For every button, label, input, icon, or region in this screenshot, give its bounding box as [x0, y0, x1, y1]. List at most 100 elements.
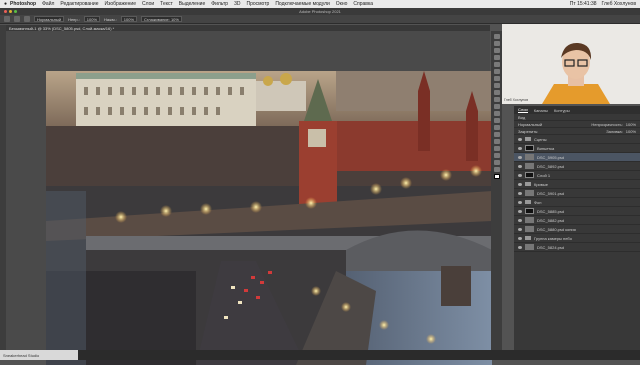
visibility-eye-icon[interactable]: [518, 236, 522, 240]
menu-filter[interactable]: Фильтр: [211, 1, 228, 7]
blend-mode-select[interactable]: Нормальный: [34, 16, 65, 22]
layer-row[interactable]: Сцены: [514, 135, 640, 144]
pen-tool-icon[interactable]: [493, 132, 500, 137]
layer-row[interactable]: Слой 1: [514, 171, 640, 180]
document-canvas[interactable]: [46, 71, 492, 365]
status-bubble: Sneakerhead Studio: [0, 350, 78, 360]
layer-name: Группа камеры небо: [534, 235, 572, 241]
app-menu[interactable]: Photoshop: [10, 1, 36, 7]
menu-file[interactable]: Файл: [42, 1, 54, 7]
crop-tool-icon[interactable]: [493, 62, 500, 67]
shape-tool-icon[interactable]: [493, 153, 500, 158]
menu-3d[interactable]: 3D: [234, 1, 240, 7]
layer-opacity-field[interactable]: 100%: [626, 122, 636, 127]
layer-row[interactable]: Кривые: [514, 180, 640, 189]
filter-select[interactable]: Вид: [518, 115, 525, 120]
fill-field[interactable]: 100%: [626, 129, 636, 134]
visibility-eye-icon[interactable]: [518, 182, 522, 186]
visibility-eye-icon[interactable]: [518, 146, 522, 150]
layer-thumbnail: [525, 226, 534, 232]
type-tool-icon[interactable]: [493, 139, 500, 144]
layer-row[interactable]: Фон: [514, 198, 640, 207]
clock-text: Пт 15:41:38: [569, 1, 597, 7]
menu-edit[interactable]: Редактирование: [60, 1, 98, 7]
layer-row[interactable]: Виньетка: [514, 144, 640, 153]
layer-row[interactable]: Группа камеры небо: [514, 234, 640, 243]
layers-list: Сцены Виньетка DSC_5905.psd DSC_5892.psd Сло…: [514, 135, 640, 252]
marquee-tool-icon[interactable]: [493, 41, 500, 46]
close-icon[interactable]: [4, 10, 7, 13]
menu-image[interactable]: Изображение: [105, 1, 137, 7]
document-tab-label: Безымянный-1 @ 33% (DSC_5805.psd, Слой-м…: [9, 25, 115, 31]
color-swatch-icon[interactable]: [493, 174, 500, 179]
tab-layers[interactable]: Слои: [518, 107, 528, 113]
healing-tool-icon[interactable]: [493, 76, 500, 81]
layer-name: DSC_5892.psd: [537, 163, 565, 169]
user-name[interactable]: Глеб Хохлунов: [602, 1, 636, 7]
menu-help[interactable]: Справка: [353, 1, 373, 7]
tab-channels[interactable]: Каналы: [534, 108, 548, 113]
zoom-icon[interactable]: [14, 10, 17, 13]
menu-type[interactable]: Текст: [160, 1, 173, 7]
visibility-eye-icon[interactable]: [518, 227, 522, 231]
home-icon[interactable]: [4, 16, 10, 22]
tab-paths[interactable]: Контуры: [554, 108, 570, 113]
layer-name: DSC_5901.psd: [537, 190, 565, 196]
menu-view[interactable]: Просмотр: [246, 1, 269, 7]
menu-layer[interactable]: Слои: [142, 1, 154, 7]
dodge-tool-icon[interactable]: [493, 125, 500, 130]
move-tool-icon[interactable]: [493, 34, 500, 39]
layer-row[interactable]: DSC_5905.psd: [514, 153, 640, 162]
visibility-eye-icon[interactable]: [518, 200, 522, 204]
quick-select-tool-icon[interactable]: [493, 55, 500, 60]
layer-blend-select[interactable]: Нормальный: [518, 122, 542, 127]
layer-row[interactable]: DSC_5824.psd: [514, 243, 640, 252]
layer-row[interactable]: DSC_5901.psd: [514, 189, 640, 198]
layer-name: Фон: [534, 199, 542, 205]
window-controls: [4, 10, 17, 13]
menu-plugins[interactable]: Подключаемые модули: [275, 1, 329, 7]
visibility-eye-icon[interactable]: [518, 155, 522, 159]
layer-row[interactable]: DSC_5880.psd копия: [514, 225, 640, 234]
menu-window[interactable]: Окно: [336, 1, 348, 7]
layer-thumbnail: [525, 208, 534, 214]
gradient-tool-icon[interactable]: [493, 111, 500, 116]
path-select-icon[interactable]: [493, 146, 500, 151]
smoothing-field[interactable]: Сглаживание: 10%: [141, 16, 182, 22]
window-titlebar: Adobe Photoshop 2021: [0, 8, 640, 15]
zoom-tool-icon[interactable]: [493, 167, 500, 172]
menu-bar: ● Photoshop Файл Редактирование Изображе…: [0, 0, 640, 8]
visibility-eye-icon[interactable]: [518, 164, 522, 168]
visibility-eye-icon[interactable]: [518, 209, 522, 213]
visibility-eye-icon[interactable]: [518, 137, 522, 141]
stamp-tool-icon[interactable]: [493, 90, 500, 95]
layer-row[interactable]: DSC_5882.psd: [514, 216, 640, 225]
panel-tabs: Слои Каналы Контуры: [514, 106, 640, 114]
visibility-eye-icon[interactable]: [518, 245, 522, 249]
history-brush-icon[interactable]: [493, 97, 500, 102]
brush-tool-icon[interactable]: [14, 16, 20, 22]
visibility-eye-icon[interactable]: [518, 191, 522, 195]
menu-select[interactable]: Выделение: [179, 1, 206, 7]
visibility-eye-icon[interactable]: [518, 173, 522, 177]
webcam-label: Глеб Хохлунов: [504, 98, 528, 102]
flow-label: Нажм.:: [104, 16, 117, 22]
flow-field[interactable]: 100%: [120, 16, 138, 22]
canvas-area[interactable]: [6, 31, 492, 365]
minimize-icon[interactable]: [9, 10, 12, 13]
eyedropper-tool-icon[interactable]: [493, 69, 500, 74]
visibility-eye-icon[interactable]: [518, 218, 522, 222]
lasso-tool-icon[interactable]: [493, 48, 500, 53]
eraser-tool-icon[interactable]: [493, 104, 500, 109]
layer-row[interactable]: DSC_5892.psd: [514, 162, 640, 171]
brush-tool-icon[interactable]: [493, 83, 500, 88]
layer-name: DSC_5824.psd: [537, 244, 565, 250]
fill-label: Заливка:: [606, 128, 623, 134]
folder-icon: [525, 137, 531, 141]
blur-tool-icon[interactable]: [493, 118, 500, 123]
hand-tool-icon[interactable]: [493, 160, 500, 165]
brush-preset-icon[interactable]: [24, 16, 30, 22]
layer-thumbnail: [525, 190, 534, 196]
layer-row[interactable]: DSC_5885.psd: [514, 207, 640, 216]
opacity-field[interactable]: 100%: [83, 16, 101, 22]
